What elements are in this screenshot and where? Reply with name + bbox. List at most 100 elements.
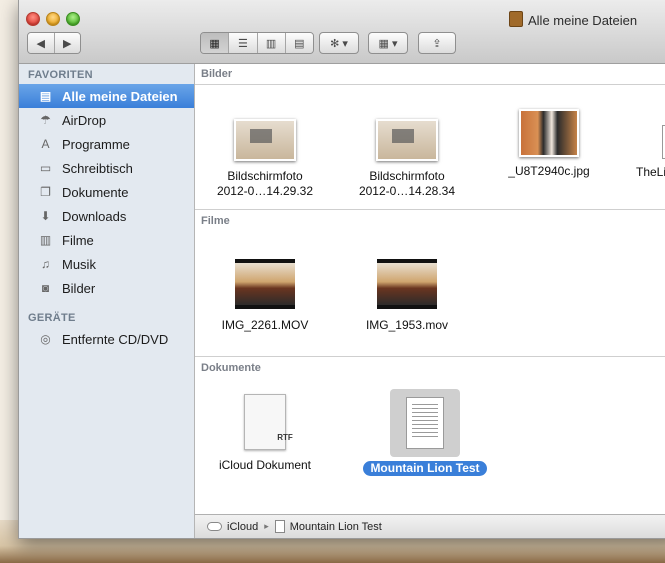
file-name: Bildschirmfoto (227, 169, 303, 183)
file-item-partial[interactable]: TheLi (626, 125, 665, 180)
file-name: TheLi (636, 165, 665, 179)
favorites-heading: FAVORITEN (28, 69, 93, 81)
sidebar-item-label: Dokumente (62, 184, 129, 200)
file-name: _U8T2940c.jpg (508, 164, 590, 178)
window-title: Alle meine Dateien (509, 11, 637, 28)
sidebar-item-label: Entfernte CD/DVD (62, 331, 169, 347)
all-my-files-icon: ▤ (39, 89, 52, 103)
finder-window: Alle meine Dateien ◀ ▶ ▦ ☰ ▥ ▤ ✻ ▾ ▦ ▾ ⇪… (18, 0, 665, 539)
section-divider (195, 209, 665, 210)
arrange-menu-button[interactable]: ▦ ▾ (368, 32, 408, 54)
sidebar-item-label: Programme (62, 136, 130, 152)
path-item-document[interactable]: Mountain Lion Test (274, 520, 382, 533)
action-menu-button[interactable]: ✻ ▾ (319, 32, 359, 54)
movie-thumbnail (235, 259, 295, 309)
forward-arrow-icon: ▶ (63, 37, 72, 50)
column-view-icon: ▥ (265, 37, 277, 50)
all-my-files-icon (509, 11, 523, 27)
downloads-icon: ⬇ (40, 209, 51, 223)
photo-thumbnail (519, 109, 579, 157)
share-icon: ⇪ (432, 37, 442, 50)
zoom-window-button[interactable] (66, 12, 80, 26)
sidebar-item-music[interactable]: ♫ Musik (19, 252, 194, 276)
sidebar-item-airdrop[interactable]: ☂ AirDrop (19, 108, 194, 132)
forward-button[interactable]: ▶ (54, 33, 80, 53)
path-item-label: iCloud (227, 520, 259, 533)
rtf-document-icon: RTF (244, 394, 293, 450)
sidebar: FAVORITEN ▤ Alle meine Dateien ☂ AirDrop… (19, 64, 195, 538)
column-view-button[interactable]: ▥ (257, 33, 286, 53)
devices-heading: GERÄTE (28, 312, 76, 324)
camera-icon: ◙ (41, 281, 50, 295)
file-item-screenshot-2[interactable]: Bildschirmfoto 2012-0…14.28.34 (342, 119, 472, 199)
gear-icon: ✻ ▾ (330, 37, 348, 50)
sidebar-item-label: Bilder (62, 280, 96, 296)
sidebar-item-downloads[interactable]: ⬇ Downloads (19, 204, 194, 228)
sidebar-item-remote-disc[interactable]: ◎ Entfernte CD/DVD (19, 327, 194, 351)
section-heading-pictures: Bilder (201, 68, 233, 80)
file-name: IMG_1953.mov (365, 318, 449, 332)
path-bar: iCloud ▸ Mountain Lion Test (195, 514, 665, 538)
file-item-movie-2[interactable]: IMG_1953.mov (342, 259, 472, 333)
sidebar-item-pictures[interactable]: ◙ Bilder (19, 276, 194, 300)
file-item-icloud-document[interactable]: RTF iCloud Dokument (200, 394, 330, 473)
icon-view-button[interactable]: ▦ (201, 33, 230, 53)
back-forward-control: ◀ ▶ (27, 32, 81, 54)
cover-flow-icon: ▤ (294, 37, 305, 50)
list-view-icon: ☰ (237, 37, 248, 50)
arrange-icon: ▦ ▾ (378, 37, 398, 50)
path-item-label: Mountain Lion Test (289, 520, 382, 533)
cloud-icon (207, 522, 222, 531)
cover-flow-button[interactable]: ▤ (285, 33, 313, 53)
section-divider (195, 84, 665, 85)
sidebar-item-label: AirDrop (62, 112, 107, 128)
sidebar-item-label: Filme (62, 232, 94, 248)
file-item-mountain-lion-test[interactable]: Mountain Lion Test (360, 389, 490, 476)
desktop-icon: ▭ (39, 161, 52, 175)
close-window-button[interactable] (26, 12, 40, 26)
screenshot-thumbnail (376, 119, 438, 161)
file-name: iCloud Dokument (218, 458, 312, 472)
sidebar-item-label: Schreibtisch (62, 160, 133, 176)
sidebar-item-label: Alle meine Dateien (62, 88, 178, 104)
file-name-selected: Mountain Lion Test (363, 461, 487, 476)
minimize-window-button[interactable] (46, 12, 60, 26)
section-heading-movies: Filme (201, 215, 230, 227)
window-toolbar: Alle meine Dateien ◀ ▶ ▦ ☰ ▥ ▤ ✻ ▾ ▦ ▾ ⇪ (19, 0, 665, 64)
disc-icon: ◎ (40, 332, 51, 346)
file-item-photo[interactable]: _U8T2940c.jpg (484, 109, 614, 179)
file-name-line2: 2012-0…14.29.32 (216, 184, 314, 198)
file-name: IMG_2261.MOV (221, 318, 309, 332)
selected-document-thumbnail (390, 389, 460, 457)
path-item-icloud[interactable]: iCloud (207, 521, 258, 533)
file-item-screenshot-1[interactable]: Bildschirmfoto 2012-0…14.29.32 (200, 119, 330, 199)
movie-thumbnail (377, 259, 437, 309)
document-icon (274, 520, 285, 533)
view-mode-control: ▦ ☰ ▥ ▤ (200, 32, 314, 54)
section-divider (195, 356, 665, 357)
back-arrow-icon: ◀ (36, 37, 45, 50)
icon-view-icon: ▦ (209, 37, 220, 50)
movies-icon: ▥ (39, 233, 52, 247)
documents-icon: ❐ (40, 185, 51, 199)
file-browser: Bilder Bildschirmfoto 2012-0…14.29.32 Bi… (195, 64, 665, 514)
document-page-icon (406, 397, 444, 449)
sidebar-item-label: Musik (62, 256, 96, 272)
window-title-text: Alle meine Dateien (528, 13, 638, 28)
file-name: Bildschirmfoto (369, 169, 445, 183)
applications-icon: A (41, 137, 50, 151)
screenshot-thumbnail (234, 119, 296, 161)
back-button[interactable]: ◀ (28, 33, 55, 53)
rtf-badge: RTF (277, 433, 293, 442)
share-button[interactable]: ⇪ (418, 32, 456, 54)
path-separator-icon: ▸ (264, 521, 269, 531)
music-icon: ♫ (41, 257, 50, 271)
sidebar-item-documents[interactable]: ❐ Dokumente (19, 180, 194, 204)
list-view-button[interactable]: ☰ (229, 33, 258, 53)
sidebar-item-desktop[interactable]: ▭ Schreibtisch (19, 156, 194, 180)
file-item-movie-1[interactable]: IMG_2261.MOV (200, 259, 330, 333)
sidebar-item-all-my-files[interactable]: ▤ Alle meine Dateien (19, 84, 194, 108)
sidebar-item-movies[interactable]: ▥ Filme (19, 228, 194, 252)
airdrop-icon: ☂ (40, 113, 51, 127)
sidebar-item-applications[interactable]: A Programme (19, 132, 194, 156)
